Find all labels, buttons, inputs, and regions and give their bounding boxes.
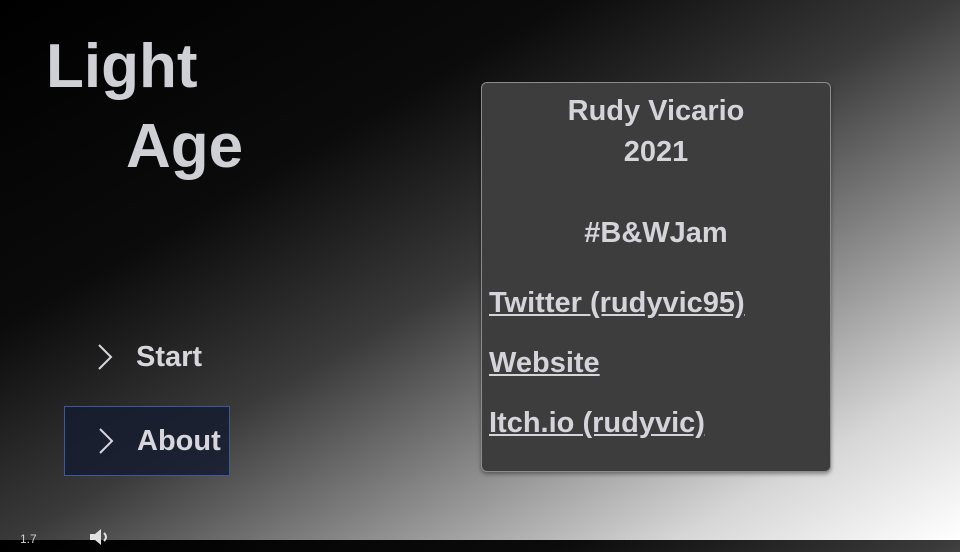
start-label: Start (136, 340, 203, 373)
jam-tag: #B&WJam (584, 217, 728, 249)
release-year: 2021 (623, 136, 689, 168)
title-line-light: Light (46, 32, 198, 101)
chevron-right-icon (91, 426, 121, 456)
website-link[interactable]: Website (489, 347, 600, 380)
itch-link[interactable]: Itch.io (rudyvic) (489, 407, 705, 440)
speaker-icon[interactable] (88, 527, 112, 547)
author-name: Rudy Vicario (567, 95, 745, 127)
about-panel: Rudy Vicario 2021 #B&WJam Twitter (rudyv… (481, 82, 831, 472)
version-label: 1.7 (20, 532, 37, 546)
about-label: About (137, 424, 221, 457)
start-button[interactable]: Start (64, 322, 230, 392)
chevron-right-icon (90, 342, 120, 372)
twitter-link[interactable]: Twitter (rudyvic95) (489, 287, 745, 320)
about-button[interactable]: About (64, 406, 230, 476)
title-line-age: Age (126, 112, 244, 181)
